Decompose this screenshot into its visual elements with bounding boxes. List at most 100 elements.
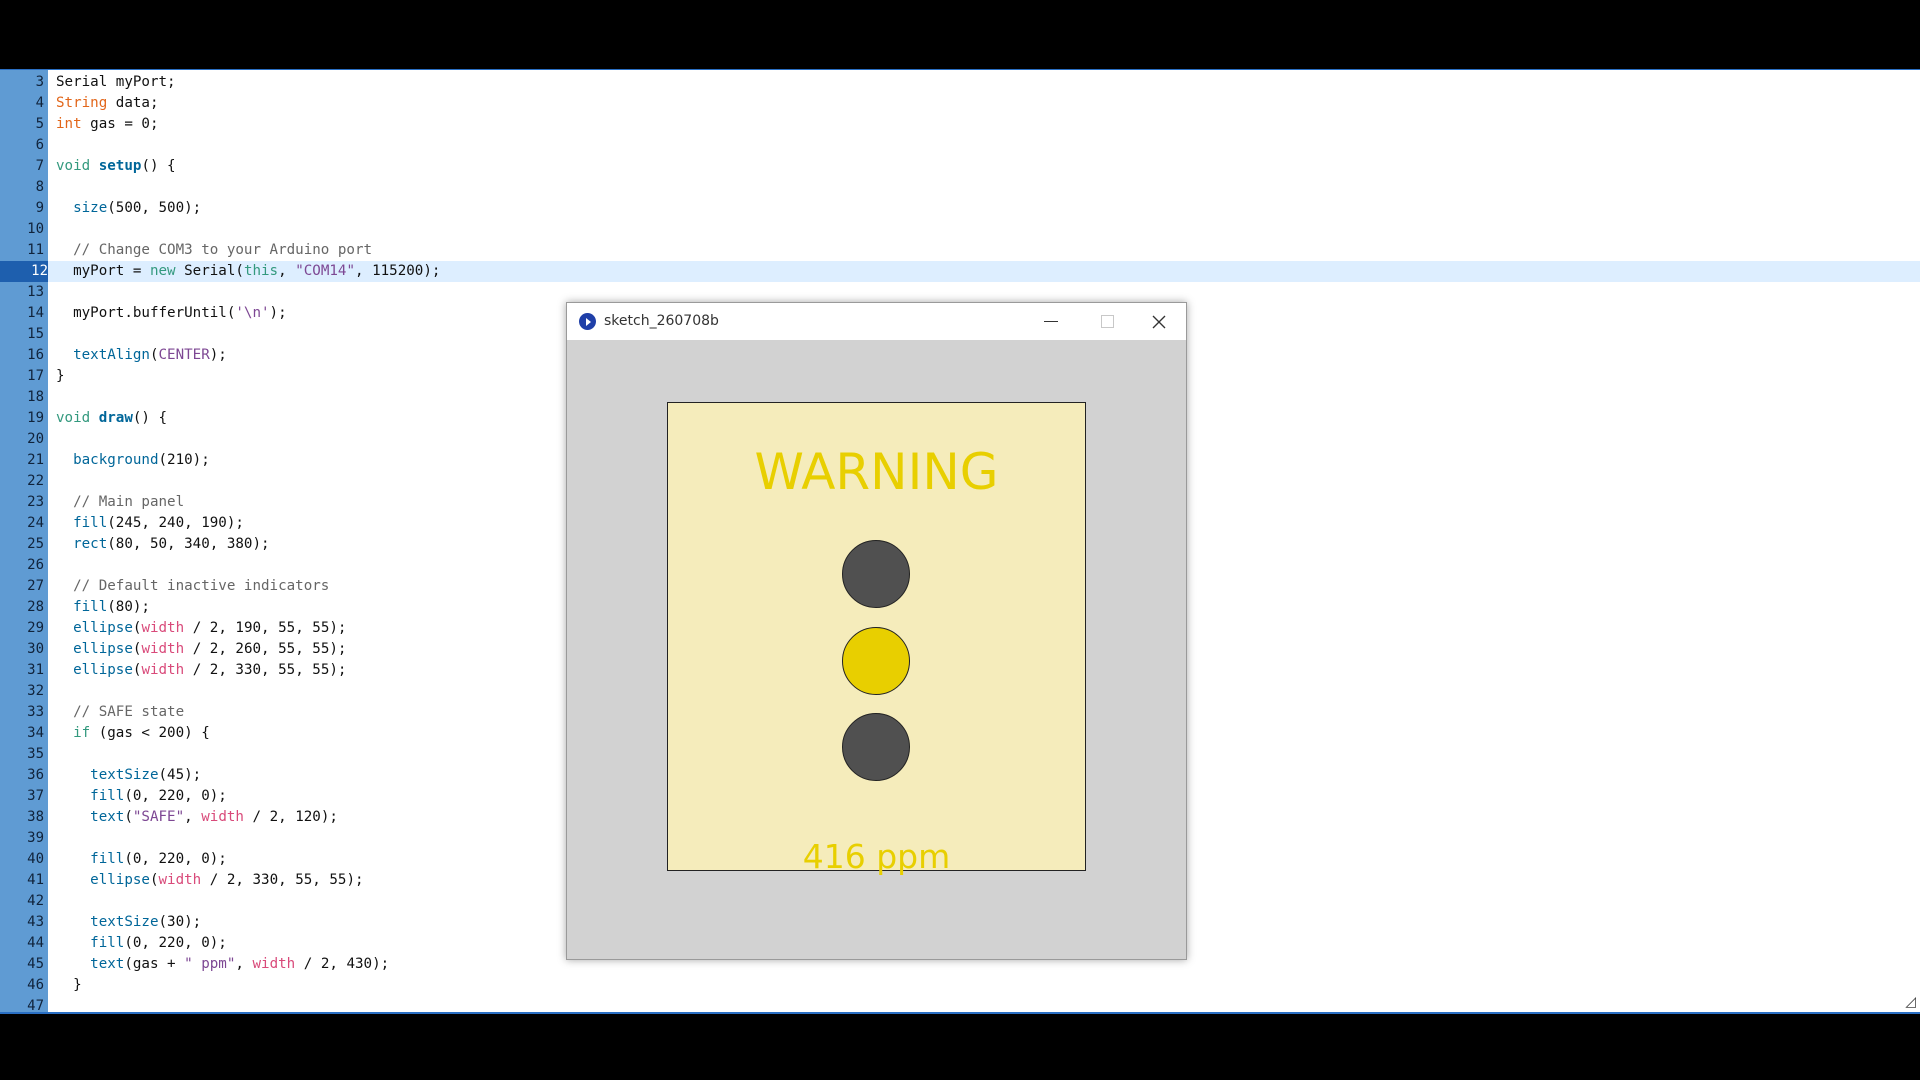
window-titlebar[interactable]: sketch_260708b [567, 303, 1186, 340]
line-number: 6 [35, 137, 44, 153]
line-number: 10 [27, 221, 44, 237]
code-line[interactable]: 5 int gas = 0; [0, 114, 1920, 135]
line-number: 14 [27, 305, 44, 321]
line-number: 36 [27, 767, 44, 783]
code-text[interactable]: } [56, 366, 65, 387]
code-text[interactable]: fill(0, 220, 0); [56, 933, 227, 954]
line-number: 3 [35, 74, 44, 90]
line-number: 16 [27, 347, 44, 363]
maximize-button[interactable] [1084, 303, 1130, 340]
line-number: 47 [27, 998, 44, 1014]
line-number: 31 [27, 662, 44, 678]
line-number: 38 [27, 809, 44, 825]
code-text[interactable]: ellipse(width / 2, 330, 55, 55); [56, 870, 363, 891]
code-line[interactable]: 3 Serial myPort; [0, 72, 1920, 93]
line-number: 17 [27, 368, 44, 384]
line-number: 8 [35, 179, 44, 195]
line-number: 34 [27, 725, 44, 741]
line-number: 19 [27, 410, 44, 426]
status-label: WARNING [754, 443, 999, 501]
line-number: 32 [27, 683, 44, 699]
sketch-canvas: WARNING 416 ppm [567, 340, 1186, 959]
code-text[interactable]: int gas = 0; [56, 114, 159, 135]
indicator-top [842, 540, 910, 608]
code-text[interactable]: fill(80); [56, 597, 150, 618]
code-line[interactable]: 7 void setup() { [0, 156, 1920, 177]
window-title: sketch_260708b [604, 313, 719, 329]
line-number: 29 [27, 620, 44, 636]
code-text[interactable]: ellipse(width / 2, 260, 55, 55); [56, 639, 346, 660]
code-text[interactable]: text("SAFE", width / 2, 120); [56, 807, 338, 828]
code-text[interactable]: textSize(45); [56, 765, 201, 786]
line-number: 30 [27, 641, 44, 657]
line-number: 11 [27, 242, 44, 258]
close-button[interactable] [1136, 303, 1182, 340]
code-line[interactable]: 12 myPort = new Serial(this, "COM14", 11… [0, 261, 1920, 282]
line-number: 25 [27, 536, 44, 552]
code-text[interactable]: fill(0, 220, 0); [56, 786, 227, 807]
code-text[interactable]: myPort.bufferUntil('\n'); [56, 303, 287, 324]
minimize-button[interactable] [1028, 303, 1074, 340]
code-text[interactable]: // SAFE state [56, 702, 184, 723]
line-number: 28 [27, 599, 44, 615]
line-number: 13 [27, 284, 44, 300]
indicator-middle [842, 627, 910, 695]
gas-reading: 416 ppm [802, 837, 951, 876]
code-text[interactable]: fill(0, 220, 0); [56, 849, 227, 870]
code-text[interactable]: // Main panel [56, 492, 184, 513]
code-line[interactable]: 46 } [0, 975, 1920, 996]
code-text[interactable]: myPort = new Serial(this, "COM14", 11520… [56, 261, 440, 282]
line-number: 33 [27, 704, 44, 720]
line-number: 44 [27, 935, 44, 951]
line-number: 9 [35, 200, 44, 216]
code-text[interactable]: } [56, 975, 82, 996]
line-number: 43 [27, 914, 44, 930]
code-line[interactable]: 11 // Change COM3 to your Arduino port [0, 240, 1920, 261]
line-number: 37 [27, 788, 44, 804]
code-text[interactable]: if (gas < 200) { [56, 723, 210, 744]
line-number: 41 [27, 872, 44, 888]
code-line[interactable]: 6 [0, 135, 1920, 156]
line-number: 27 [27, 578, 44, 594]
line-number: 35 [27, 746, 44, 762]
code-text[interactable]: // Change COM3 to your Arduino port [56, 240, 372, 261]
line-number: 21 [27, 452, 44, 468]
code-line[interactable]: 13 [0, 282, 1920, 303]
screen: 3 Serial myPort; 4 String data; 5 int gas = 0… [0, 0, 1920, 1080]
line-number: 26 [27, 557, 44, 573]
code-text[interactable]: String data; [56, 93, 159, 114]
code-text[interactable]: size(500, 500); [56, 198, 201, 219]
code-line[interactable]: 4 String data; [0, 93, 1920, 114]
code-text[interactable]: // Default inactive indicators [56, 576, 329, 597]
sketch-window[interactable]: sketch_260708b WARNING 416 ppm [566, 302, 1187, 960]
minimize-icon [1044, 321, 1058, 322]
line-number: 23 [27, 494, 44, 510]
line-number: 7 [35, 158, 44, 174]
code-text[interactable]: text(gas + " ppm", width / 2, 430); [56, 954, 389, 975]
code-line[interactable]: 9 size(500, 500); [0, 198, 1920, 219]
line-number: 39 [27, 830, 44, 846]
line-number: 12 [0, 261, 48, 282]
code-text[interactable]: void setup() { [56, 156, 176, 177]
maximize-icon [1100, 315, 1114, 328]
code-text[interactable]: textAlign(CENTER); [56, 345, 227, 366]
code-text[interactable]: ellipse(width / 2, 330, 55, 55); [56, 660, 346, 681]
code-text[interactable]: ellipse(width / 2, 190, 55, 55); [56, 618, 346, 639]
resize-grip-icon[interactable]: ◿ [1905, 994, 1916, 1010]
code-text[interactable]: textSize(30); [56, 912, 201, 933]
line-number: 22 [27, 473, 44, 489]
code-line[interactable]: 10 [0, 219, 1920, 240]
processing-app-icon [579, 313, 596, 330]
line-number: 5 [35, 116, 44, 132]
line-number: 4 [35, 95, 44, 111]
code-text[interactable]: rect(80, 50, 340, 380); [56, 534, 269, 555]
code-text[interactable]: fill(245, 240, 190); [56, 513, 244, 534]
code-text[interactable]: background(210); [56, 450, 210, 471]
code-line[interactable]: 47 [0, 996, 1920, 1014]
line-number: 42 [27, 893, 44, 909]
code-line[interactable]: 8 [0, 177, 1920, 198]
code-text[interactable]: Serial myPort; [56, 72, 176, 93]
code-text[interactable]: void draw() { [56, 408, 167, 429]
line-number: 20 [27, 431, 44, 447]
close-icon [1152, 315, 1166, 328]
